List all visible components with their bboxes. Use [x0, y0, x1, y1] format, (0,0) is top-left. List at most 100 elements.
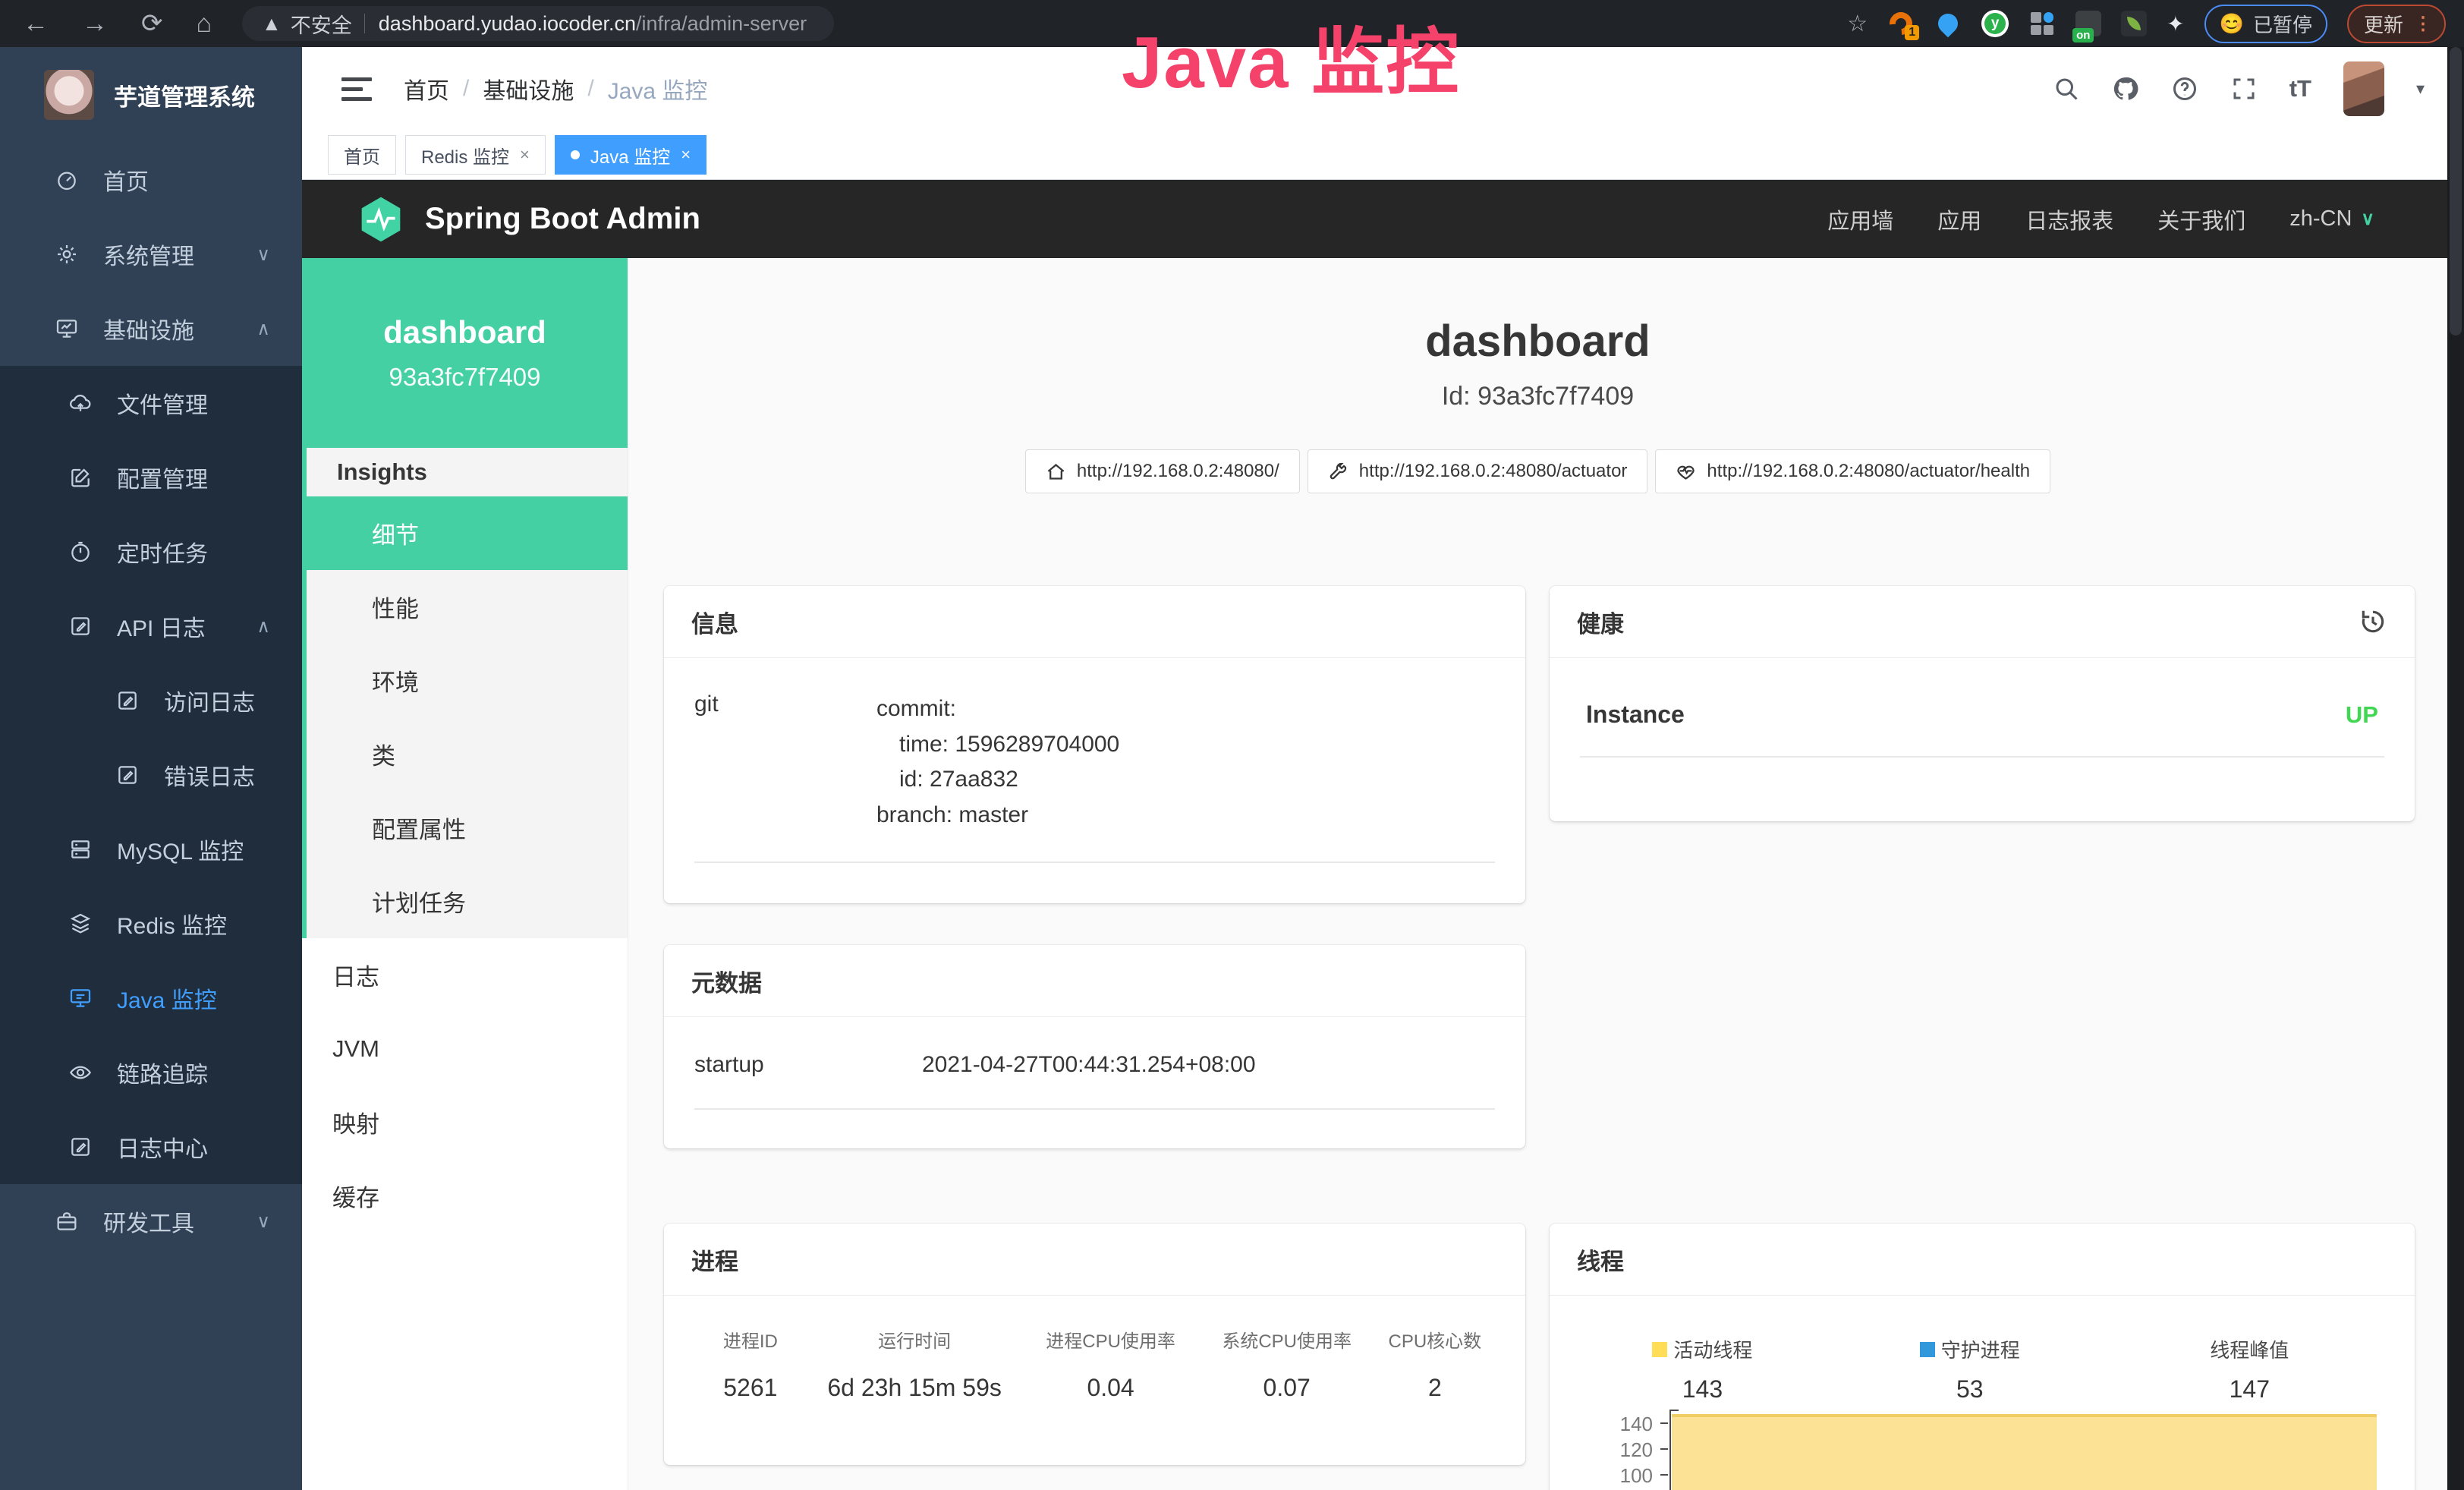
sidebar-item-api-log[interactable]: API 日志 ∧	[0, 589, 302, 663]
sba-item-metrics[interactable]: 性能	[307, 570, 628, 644]
sba-item-logs[interactable]: 日志	[302, 938, 628, 1012]
leaf-extension-icon[interactable]	[2121, 11, 2147, 36]
tab-home[interactable]: 首页	[328, 135, 396, 175]
text-size-icon[interactable]: tT	[2289, 75, 2311, 102]
home-icon[interactable]: ⌂	[197, 9, 212, 39]
tab-java[interactable]: Java 监控 ×	[555, 135, 706, 175]
cloud-upload-icon	[68, 391, 93, 415]
tab-label: Redis 监控	[421, 142, 509, 169]
sidebar-item-trace[interactable]: 链路追踪	[0, 1035, 302, 1110]
breadcrumb-infra[interactable]: 基础设施	[483, 72, 574, 106]
service-url-button[interactable]: http://192.168.0.2:48080/	[1025, 449, 1300, 493]
close-icon[interactable]: ×	[681, 145, 691, 165]
sidebar-item-error-log[interactable]: 错误日志	[0, 738, 302, 812]
health-card-title: 健康	[1577, 605, 1624, 639]
sidebar-item-job[interactable]: 定时任务	[0, 515, 302, 589]
health-url-button[interactable]: http://192.168.0.2:48080/actuator/health	[1655, 449, 2050, 493]
sidebar-item-config[interactable]: 配置管理	[0, 440, 302, 515]
briefcase-icon	[55, 1209, 79, 1233]
fullscreen-icon[interactable]	[2230, 75, 2258, 102]
pin-extension-icon[interactable]	[1934, 10, 1962, 37]
process-card: 进程 进程ID 运行时间 进程CPU使用率 系统CPU使用率 CPU核心数 52…	[664, 1224, 1525, 1465]
log-edit-icon	[115, 688, 140, 713]
sidebar-item-label: Redis 监控	[117, 907, 227, 940]
not-secure-label[interactable]: 不安全	[291, 9, 352, 39]
user-avatar[interactable]	[2343, 61, 2384, 116]
history-icon[interactable]	[2359, 607, 2387, 636]
sba-item-jvm[interactable]: JVM	[302, 1012, 628, 1085]
close-icon[interactable]: ×	[520, 145, 530, 165]
sba-nav-journal[interactable]: 日志报表	[2025, 203, 2113, 235]
search-icon[interactable]	[2053, 75, 2080, 102]
address-bar[interactable]: ▲ 不安全 dashboard.yudao.iocoder.cn /infra/…	[242, 6, 834, 41]
insights-group: Insights 细节 性能 环境 类 配置属性 计划任务	[302, 448, 628, 938]
extension-on-icon[interactable]: on	[2075, 11, 2101, 36]
annotation-text: Java 监控	[1122, 3, 1460, 109]
help-icon[interactable]	[2171, 75, 2198, 102]
sidebar-item-label: 文件管理	[117, 386, 208, 420]
sidebar-item-label: 基础设施	[103, 312, 194, 345]
language-value: zh-CN	[2289, 206, 2352, 232]
sidebar-item-system[interactable]: 系统管理 ∨	[0, 217, 302, 291]
sba-nav-wall[interactable]: 应用墙	[1827, 203, 1893, 235]
grid-extension-icon[interactable]	[2028, 10, 2056, 37]
url-path[interactable]: /infra/admin-server	[636, 12, 807, 36]
actuator-url-button[interactable]: http://192.168.0.2:48080/actuator	[1308, 449, 1648, 493]
tag-tabbar: 首页 Redis 监控 × Java 监控 ×	[302, 131, 2447, 180]
kebab-menu-icon[interactable]: ⋮	[2414, 13, 2432, 35]
insights-section-label: Insights	[307, 448, 628, 496]
chart-y-axis	[1669, 1410, 1671, 1490]
tab-redis[interactable]: Redis 监控 ×	[405, 135, 546, 175]
sba-item-caches[interactable]: 缓存	[302, 1159, 628, 1233]
sidebar-item-infra[interactable]: 基础设施 ∧	[0, 291, 302, 366]
avatar-caret-icon[interactable]: ▾	[2416, 79, 2425, 99]
sba-language-select[interactable]: zh-CN ∨	[2289, 206, 2374, 232]
sidebar-item-dev-tools[interactable]: 研发工具 ∨	[0, 1184, 302, 1258]
gear-icon	[55, 242, 79, 266]
breadcrumb: 首页 / 基础设施 / Java 监控	[404, 72, 707, 106]
sba-item-mappings[interactable]: 映射	[302, 1085, 628, 1159]
instance-title: dashboard	[628, 316, 2447, 367]
sba-item-classes[interactable]: 类	[307, 717, 628, 791]
sidebar-item-access-log[interactable]: 访问日志	[0, 663, 302, 738]
scrollbar-thumb[interactable]	[2450, 47, 2462, 335]
tab-label: 首页	[344, 142, 380, 169]
github-icon[interactable]	[2112, 75, 2139, 102]
extension-green-y-icon[interactable]: y	[1981, 10, 2009, 37]
sidebar-item-redis[interactable]: Redis 监控	[0, 887, 302, 961]
y-tick-120: 120	[1589, 1438, 1653, 1462]
app-logo[interactable]: 芋道管理系统	[0, 47, 302, 143]
sba-item-details[interactable]: 细节	[307, 496, 628, 570]
actuator-url: http://192.168.0.2:48080/actuator	[1359, 461, 1628, 482]
sidebar-item-mysql[interactable]: MySQL 监控	[0, 812, 302, 887]
sba-item-config-props[interactable]: 配置属性	[307, 791, 628, 865]
sidebar-item-java[interactable]: Java 监控	[0, 961, 302, 1035]
sba-item-env[interactable]: 环境	[307, 644, 628, 717]
sidebar-item-log-center[interactable]: 日志中心	[0, 1110, 302, 1184]
sba-app-name: dashboard	[383, 314, 546, 351]
sba-item-scheduled[interactable]: 计划任务	[307, 865, 628, 938]
log-edit-icon	[68, 614, 93, 638]
update-button[interactable]: 更新 ⋮	[2347, 5, 2446, 43]
sba-main: dashboard Id: 93a3fc7f7409 http://192.16…	[628, 258, 2447, 1490]
process-uptime: 6d 23h 15m 59s	[807, 1374, 1023, 1402]
reload-icon[interactable]: ⟳	[141, 8, 163, 39]
breadcrumb-home[interactable]: 首页	[404, 72, 449, 106]
scrollbar[interactable]	[2447, 47, 2464, 1490]
sidebar-item-home[interactable]: 首页	[0, 143, 302, 217]
sba-nav-applications[interactable]: 应用	[1937, 203, 1981, 235]
health-card: 健康 Instance UP	[1550, 586, 2415, 821]
paused-pill[interactable]: 😊 已暂停	[2204, 5, 2327, 43]
sidebar-item-label: 访问日志	[164, 684, 255, 717]
back-icon[interactable]: ←	[23, 9, 49, 39]
forward-icon[interactable]: →	[82, 9, 108, 39]
extension-orange-icon[interactable]: 1	[1887, 10, 1915, 37]
sidebar-item-file[interactable]: 文件管理	[0, 366, 302, 440]
url-host[interactable]: dashboard.yudao.iocoder.cn	[379, 12, 636, 36]
extensions-puzzle-icon[interactable]: ✦	[2167, 11, 2184, 36]
sba-nav-about[interactable]: 关于我们	[2157, 203, 2245, 235]
infra-submenu: 文件管理 配置管理 定时任务 API 日志 ∧ 访问日志 错误日志	[0, 366, 302, 1184]
sidebar-toggle-icon[interactable]	[341, 77, 372, 101]
bookmark-star-icon[interactable]: ☆	[1847, 11, 1868, 37]
sba-brand[interactable]: Spring Boot Admin	[425, 202, 700, 236]
